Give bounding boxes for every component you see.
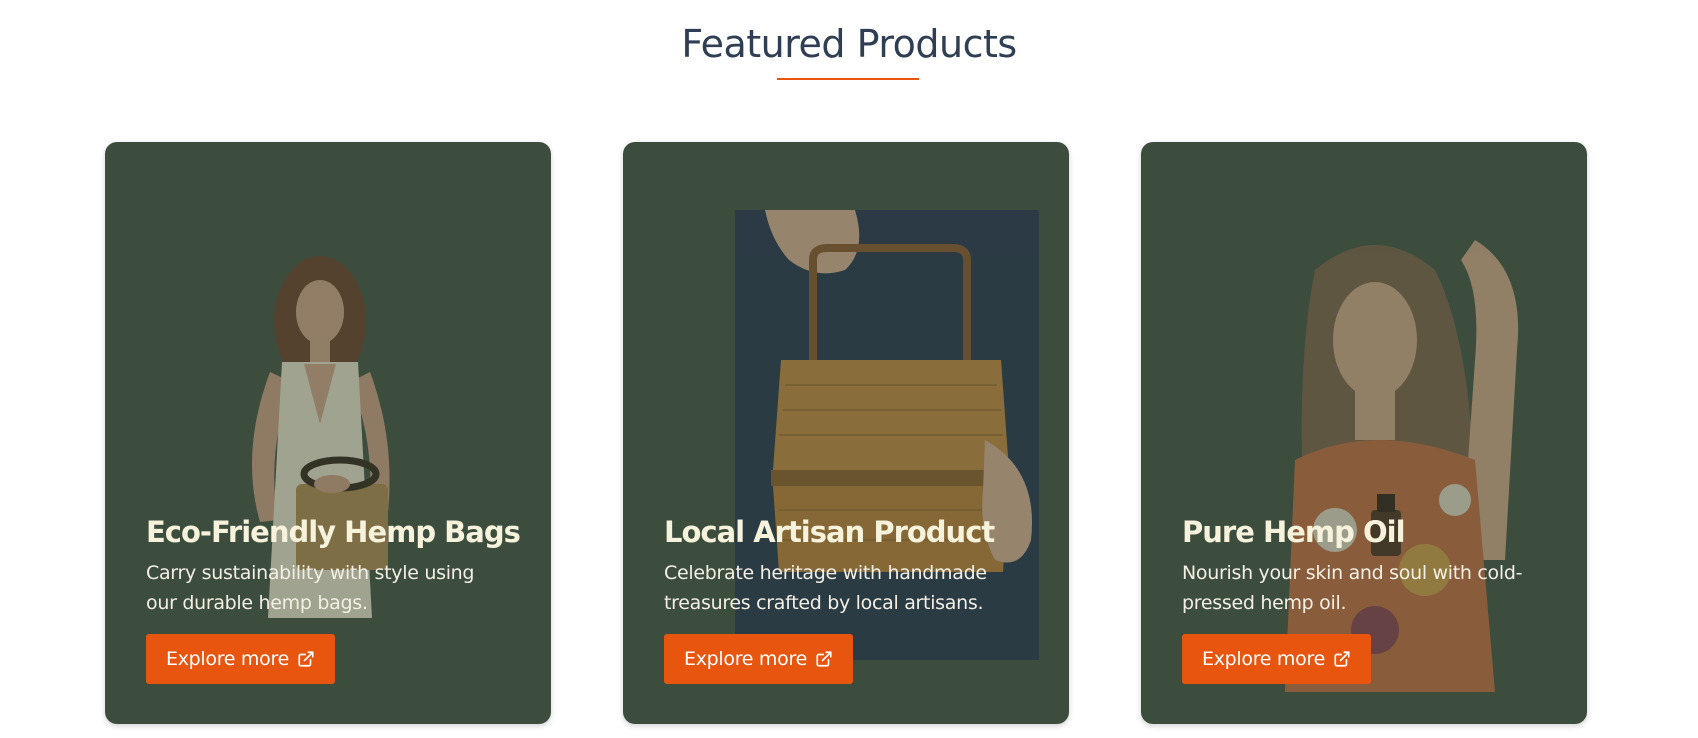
external-link-icon bbox=[298, 651, 314, 667]
card-description: Carry sustainability with style using ou… bbox=[146, 562, 475, 614]
product-card-hemp-oil: Pure Hemp Oil Nourish your skin and soul… bbox=[1141, 142, 1587, 724]
explore-more-button[interactable]: Explore more bbox=[146, 634, 335, 684]
card-title: Pure Hemp Oil bbox=[1182, 515, 1406, 549]
card-description: Nourish your skin and soul with cold-pre… bbox=[1182, 562, 1523, 614]
button-label: Explore more bbox=[1202, 648, 1325, 670]
card-content: Pure Hemp Oil Nourish your skin and soul… bbox=[1182, 514, 1579, 618]
external-link-icon bbox=[816, 651, 832, 667]
title-underline bbox=[777, 78, 919, 80]
card-content: Eco-Friendly Hemp Bags Carry sustainabil… bbox=[146, 514, 543, 618]
section-title: Featured Products bbox=[681, 22, 1017, 66]
card-content: Local Artisan Product Celebrate heritage… bbox=[664, 514, 1061, 618]
explore-more-button[interactable]: Explore more bbox=[664, 634, 853, 684]
button-label: Explore more bbox=[684, 648, 807, 670]
card-title: Local Artisan Product bbox=[664, 515, 995, 549]
card-description: Celebrate heritage with handmade treasur… bbox=[664, 562, 987, 614]
external-link-icon bbox=[1334, 651, 1350, 667]
product-card-artisan: Local Artisan Product Celebrate heritage… bbox=[623, 142, 1069, 724]
button-label: Explore more bbox=[166, 648, 289, 670]
woman-applying-hemp-oil-image bbox=[1285, 240, 1519, 692]
card-title: Eco-Friendly Hemp Bags bbox=[146, 515, 521, 549]
explore-more-button[interactable]: Explore more bbox=[1182, 634, 1371, 684]
product-card-hemp-bags: Eco-Friendly Hemp Bags Carry sustainabil… bbox=[105, 142, 551, 724]
